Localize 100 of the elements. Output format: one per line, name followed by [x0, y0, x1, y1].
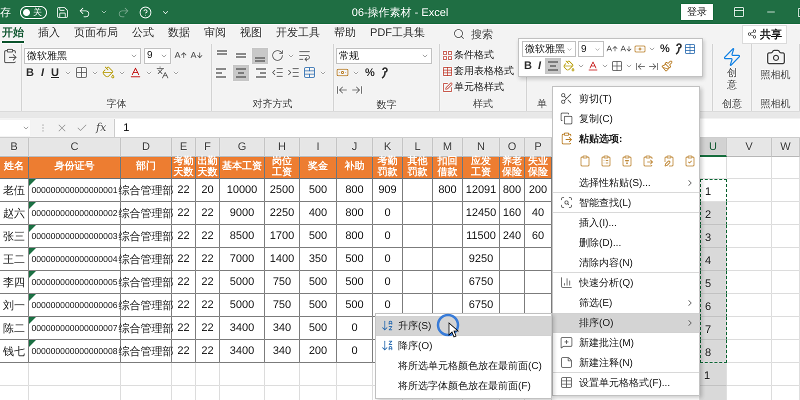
- wrap-text-icon[interactable]: [298, 49, 311, 62]
- ribbon-tab[interactable]: 数据: [168, 26, 190, 42]
- menu-item[interactable]: 选择性粘贴(S)...: [553, 173, 699, 193]
- style-command[interactable]: 套用表格格式: [442, 63, 514, 79]
- column-header[interactable]: D: [121, 138, 172, 157]
- increase-decimal-icon[interactable]: [336, 84, 348, 96]
- save-icon[interactable]: [56, 6, 69, 18]
- style-command[interactable]: 条件格式: [442, 47, 494, 63]
- help-icon[interactable]: [139, 6, 152, 18]
- creative-button[interactable]: 创意: [727, 68, 737, 91]
- clipboard-icon[interactable]: [600, 154, 612, 168]
- menu-item[interactable]: 新建批注(M): [553, 333, 699, 353]
- menu-item[interactable]: 将所选字体颜色放在最前面(F): [376, 376, 551, 396]
- format-painter-icon[interactable]: [661, 60, 674, 72]
- column-header[interactable]: U: [700, 138, 727, 157]
- ribbon-tab[interactable]: 视图: [240, 26, 262, 42]
- ribbon-tab[interactable]: 开发工具: [276, 26, 320, 42]
- camera-button[interactable]: 照相机: [760, 68, 790, 82]
- underline-button[interactable]: U: [49, 66, 61, 78]
- menu-item[interactable]: 排序(O): [553, 313, 699, 333]
- caret-icon[interactable]: [594, 46, 601, 52]
- menu-item[interactable]: 快速分析(Q): [553, 273, 699, 293]
- decrease-decimal-icon[interactable]: [648, 60, 660, 72]
- menu-item[interactable]: 插入(I)...: [553, 213, 699, 233]
- caret-icon[interactable]: [601, 62, 610, 70]
- decrease-decimal-icon[interactable]: [351, 84, 363, 96]
- font-select[interactable]: 微软雅黑: [522, 41, 576, 57]
- italic-button[interactable]: I: [38, 66, 46, 78]
- column-header[interactable]: F: [196, 138, 220, 157]
- border-icon[interactable]: [74, 66, 88, 79]
- column-header[interactable]: L: [403, 138, 433, 157]
- column-header[interactable]: J: [337, 138, 373, 157]
- column-header[interactable]: N: [463, 138, 500, 157]
- font-color-icon[interactable]: [587, 60, 600, 72]
- orientation-icon[interactable]: [271, 49, 284, 62]
- italic-button[interactable]: I: [536, 60, 544, 72]
- menu-item[interactable]: 新建注释(N): [553, 353, 699, 373]
- ribbon-tab[interactable]: 帮助: [334, 26, 356, 42]
- sign-in-button[interactable]: 登录: [681, 4, 713, 20]
- clipboard-icon[interactable]: [663, 154, 675, 168]
- column-header[interactable]: H: [265, 138, 300, 157]
- menu-item[interactable]: 筛选(E): [553, 293, 699, 313]
- search-label[interactable]: 搜索: [471, 26, 493, 42]
- function-label[interactable]: fx: [96, 121, 106, 134]
- font-color-icon[interactable]: [128, 66, 142, 79]
- menu-item[interactable]: 将所选单元格颜色放在最前面(C): [376, 356, 551, 376]
- cancel-icon[interactable]: [56, 122, 68, 134]
- camera-icon[interactable]: [766, 47, 786, 67]
- ribbon-tab[interactable]: 插入: [38, 26, 60, 42]
- column-header[interactable]: W: [772, 138, 800, 157]
- fill-color-icon[interactable]: [563, 60, 576, 72]
- phonetic-icon[interactable]: [156, 66, 169, 79]
- clipboard-icon[interactable]: [621, 154, 633, 168]
- caret-icon[interactable]: [625, 62, 634, 70]
- indent-icon[interactable]: [287, 66, 300, 79]
- increase-decimal-icon[interactable]: [635, 60, 646, 72]
- comma-style-icon[interactable]: [380, 66, 388, 78]
- column-header[interactable]: O: [500, 138, 525, 157]
- ribbon-tab[interactable]: 审阅: [204, 26, 226, 42]
- column-header[interactable]: V: [727, 138, 772, 157]
- autosave-toggle[interactable]: 关: [20, 6, 47, 18]
- font-select[interactable]: 微软雅黑: [24, 48, 141, 64]
- ribbon-display-icon[interactable]: [733, 6, 745, 18]
- style-command[interactable]: 单元格样式: [442, 79, 504, 95]
- menu-item[interactable]: 降序(O): [376, 336, 551, 356]
- column-header[interactable]: G: [220, 138, 265, 157]
- ribbon-tab[interactable]: PDF工具集: [370, 26, 425, 42]
- menu-item[interactable]: 设置单元格格式(F)...: [553, 373, 699, 393]
- lightning-icon[interactable]: [722, 47, 742, 67]
- merge-cells-icon[interactable]: [303, 66, 316, 79]
- bold-button[interactable]: B: [522, 60, 534, 72]
- column-header[interactable]: P: [525, 138, 552, 157]
- clipboard-icon[interactable]: [642, 154, 654, 168]
- menu-item[interactable]: 清除内容(N): [553, 253, 699, 273]
- comma-style-icon[interactable]: [674, 43, 682, 55]
- font-size-select[interactable]: 9: [578, 41, 604, 57]
- caret-icon[interactable]: [566, 46, 573, 52]
- currency-icon[interactable]: [336, 66, 349, 79]
- clipboard-icon[interactable]: [684, 154, 696, 168]
- ribbon-tab[interactable]: 公式: [132, 26, 154, 42]
- center-align-button[interactable]: [545, 58, 562, 74]
- column-header[interactable]: C: [29, 138, 121, 157]
- share-button[interactable]: 共享: [742, 24, 787, 44]
- undo-icon[interactable]: [78, 6, 91, 18]
- caret-icon[interactable]: [100, 8, 108, 16]
- number-format-select[interactable]: 常规: [336, 48, 432, 64]
- menu-item[interactable]: 智能查找(L): [553, 193, 699, 213]
- menu-item[interactable]: 删除(D)...: [553, 233, 699, 253]
- search-icon[interactable]: [453, 28, 465, 40]
- bold-button[interactable]: B: [24, 66, 36, 78]
- border-icon[interactable]: [611, 60, 624, 72]
- menu-item[interactable]: 升序(S): [376, 316, 551, 336]
- font-size-select[interactable]: 9: [144, 48, 171, 64]
- caret-icon[interactable]: [577, 62, 586, 70]
- column-header[interactable]: B: [0, 138, 29, 157]
- column-header[interactable]: E: [172, 138, 196, 157]
- outdent-icon[interactable]: [271, 66, 284, 79]
- paste-icon[interactable]: [2, 48, 18, 64]
- enter-icon[interactable]: [76, 122, 88, 134]
- ribbon-tab[interactable]: 页面布局: [74, 26, 118, 42]
